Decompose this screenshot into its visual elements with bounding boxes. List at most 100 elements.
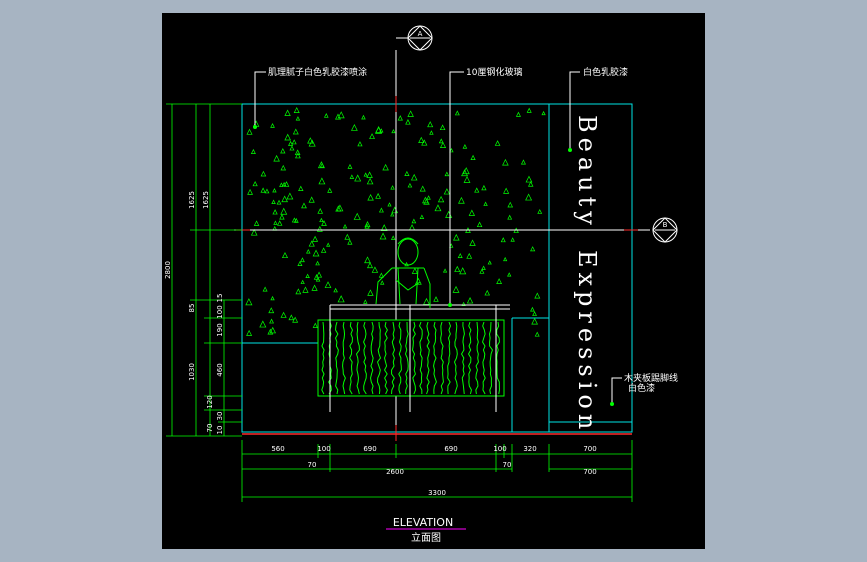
callout-skirting-2: 白色漆 [628,382,655,394]
drawing-sheet: A B Beauty Expression 肌理腻子白色乳胶漆喷涂 10厘钢化玻… [162,13,705,549]
dim-bottom-560: 560 [271,445,284,453]
texture-mark [293,106,300,113]
texture-mark [452,285,460,293]
texture-mark [262,286,268,292]
texture-mark [269,318,274,324]
signage: Beauty Expression [573,115,601,434]
texture-mark [453,233,460,241]
texture-mark [349,174,355,179]
texture-mark [250,148,256,154]
texture-mark [347,239,353,245]
texture-mark [426,195,431,200]
texture-mark [390,185,395,190]
dim-left-2800: 2800 [164,261,172,279]
texture-mark [246,128,253,135]
dim-bottom-3300: 3300 [428,489,446,497]
texture-mark [260,170,267,177]
dim-bottom-70b: 70 [503,461,512,469]
texture-mark [380,280,385,285]
texture-mark [366,177,374,185]
dim-left-85: 85 [188,304,196,313]
texture-mark [427,121,434,128]
texture-mark [531,317,538,325]
texture-mark [366,171,373,178]
texture-mark [295,116,301,121]
texture-mark [270,295,275,301]
dim-bottom-70a: 70 [308,461,317,469]
texture-mark [311,284,318,291]
texture-mark [271,199,276,204]
texture-mark [291,139,297,145]
texture-mark [422,297,430,305]
texture-mark [411,218,417,224]
texture-mark [502,158,509,166]
dim-left-1625b: 1625 [202,191,210,209]
texture-mark [494,140,501,146]
texture-mark [466,252,473,259]
texture-mark [378,207,384,213]
texture-mark [326,242,331,247]
texture-mark [316,225,323,232]
texture-mark [407,110,414,117]
texture-mark [445,210,453,218]
texture-mark [391,206,399,214]
texture-mark [541,110,546,116]
texture-mark [279,214,285,220]
texture-mark [468,209,476,216]
texture-mark [324,281,332,288]
texture-mark [306,248,311,254]
texture-mark [250,228,258,236]
texture-mark [439,124,446,131]
texture-mark [270,123,275,128]
texture-mark [308,196,315,203]
texture-mark [286,192,294,200]
texture-mark [350,123,358,131]
section-b-label: B [663,221,668,229]
texture-mark [367,193,374,201]
texture-mark [407,182,413,188]
callout-glass: 10厘钢化玻璃 [466,66,522,78]
texture-mark [470,154,476,160]
texture-mark [481,265,486,270]
texture-mark [525,193,533,201]
callout-wall-finish: 肌理腻子白色乳胶漆喷涂 [268,66,367,78]
texture-mark [525,175,533,183]
dim-bottom-100a: 100 [317,445,330,453]
texture-mark [300,257,305,263]
texture-mark [280,164,287,171]
dim-bottom-690b: 690 [444,445,457,453]
texture-mark [292,128,299,135]
dim-bottom-690a: 690 [363,445,376,453]
texture-mark [333,287,338,293]
texture-mark [312,322,318,328]
texture-mark [484,289,491,296]
texture-mark [507,214,513,220]
texture-mark [443,188,451,195]
texture-mark [439,141,447,149]
texture-mark [364,256,371,264]
texture-mark [252,180,258,187]
texture-mark [390,235,396,240]
texture-mark [391,128,396,134]
texture-mark [300,279,305,284]
dim-bottom-700b: 700 [583,468,596,476]
drawing-subtitle: 立面图 [411,531,441,544]
texture-mark [434,204,442,212]
texture-mark [273,154,280,162]
texture-mark [327,187,333,193]
texture-mark [305,273,310,279]
texture-mark [479,268,485,274]
texture-mark [382,163,389,171]
texture-mark [408,224,416,231]
texture-mark [280,311,287,318]
texture-mark [405,119,411,125]
texture-mark [371,266,379,273]
texture-mark [336,204,344,212]
reception-counter [317,304,510,412]
texture-mark [437,195,445,203]
signage-word-beauty: Beauty [573,115,601,230]
texture-mark [281,195,288,203]
dim-left-120: 120 [206,395,214,408]
texture-mark [308,240,315,247]
texture-mark [297,260,303,266]
